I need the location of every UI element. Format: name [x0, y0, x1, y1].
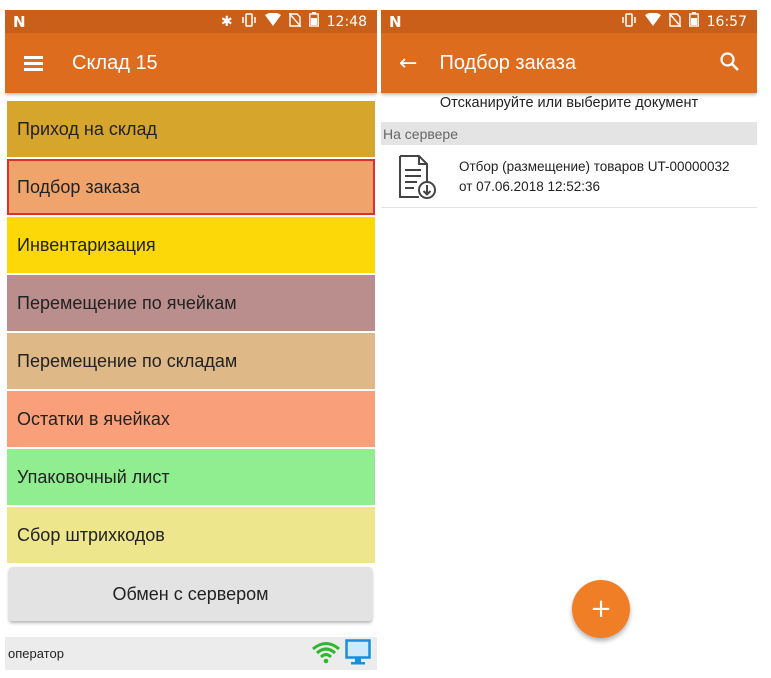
wifi-icon — [311, 640, 341, 667]
notification-n-icon: N — [389, 12, 402, 31]
document-text: Отбор (размещение) товаров UT-00000032 о… — [459, 157, 730, 197]
bluetooth-icon: ✱ — [220, 13, 233, 30]
menu-item-label: Приход на склад — [17, 118, 157, 139]
menu-item-label: Перемещение по складам — [17, 350, 238, 371]
operations-menu: Приход на склад Подбор заказа Инвентариз… — [7, 101, 375, 565]
status-icons: ✱ 12:48 — [221, 12, 367, 31]
battery-icon — [308, 12, 319, 31]
vibrate-icon — [621, 12, 637, 31]
app-bar: Склад 15 — [5, 33, 377, 93]
menu-item-inventory[interactable]: Инвентаризация — [7, 217, 375, 273]
footer-bar: оператор — [5, 637, 377, 670]
left-screen: N ✱ 12:48 Склад 15 Приход на склад Подбо… — [5, 10, 377, 670]
footer-icons — [311, 639, 371, 668]
wifi-status-icon — [644, 12, 661, 30]
wifi-status-icon — [264, 12, 281, 30]
document-date: от 07.06.2018 12:52:36 — [459, 179, 601, 194]
app-title: Склад 15 — [72, 51, 158, 74]
notification-n-icon: N — [13, 12, 26, 31]
menu-item-barcode-collection[interactable]: Сбор штрихкодов — [7, 507, 375, 563]
no-sim-icon — [668, 12, 682, 31]
exchange-with-server-button[interactable]: Обмен с сервером — [9, 567, 372, 621]
menu-item-label: Упаковочный лист — [17, 466, 170, 487]
menu-item-move-cells[interactable]: Перемещение по ячейкам — [7, 275, 375, 331]
menu-item-label: Перемещение по ячейкам — [17, 292, 237, 313]
document-download-icon — [397, 154, 437, 200]
menu-item-label: Подбор заказа — [17, 176, 140, 197]
menu-item-label: Остатки в ячейках — [17, 408, 170, 429]
menu-item-move-warehouses[interactable]: Перемещение по складам — [7, 333, 375, 389]
menu-item-packing-list[interactable]: Упаковочный лист — [7, 449, 375, 505]
right-screen: N 16:57 ← Подбор заказа Отсканируйте или… — [381, 10, 757, 670]
menu-item-label: Инвентаризация — [17, 234, 156, 255]
app-bar: ← Подбор заказа — [381, 33, 757, 93]
status-bar: N ✱ 12:48 — [5, 10, 377, 33]
back-arrow-icon[interactable]: ← — [399, 51, 417, 76]
battery-icon — [688, 12, 699, 31]
menu-item-label: Сбор штрихкодов — [17, 524, 165, 545]
section-header-server: На сервере — [381, 122, 757, 145]
status-icons: 16:57 — [621, 12, 747, 31]
add-button[interactable]: + — [572, 580, 630, 638]
search-icon[interactable] — [719, 51, 741, 73]
no-sim-icon — [288, 12, 302, 31]
clock: 16:57 — [706, 13, 747, 30]
screen-title: Подбор заказа — [439, 51, 577, 74]
menu-icon[interactable] — [22, 51, 46, 75]
clock: 12:48 — [326, 13, 367, 30]
scan-hint: Отсканируйте или выберите документ — [439, 95, 699, 111]
status-bar: N 16:57 — [381, 10, 757, 33]
document-title: Отбор (размещение) товаров UT-00000032 — [459, 159, 730, 174]
menu-item-order-picking[interactable]: Подбор заказа — [7, 159, 375, 215]
document-list-item[interactable]: Отбор (размещение) товаров UT-00000032 о… — [381, 147, 757, 208]
operator-label: оператор — [8, 646, 64, 661]
menu-item-cell-stock[interactable]: Остатки в ячейках — [7, 391, 375, 447]
vibrate-icon — [241, 12, 257, 31]
menu-item-receipt[interactable]: Приход на склад — [7, 101, 375, 157]
monitor-icon — [345, 639, 371, 668]
